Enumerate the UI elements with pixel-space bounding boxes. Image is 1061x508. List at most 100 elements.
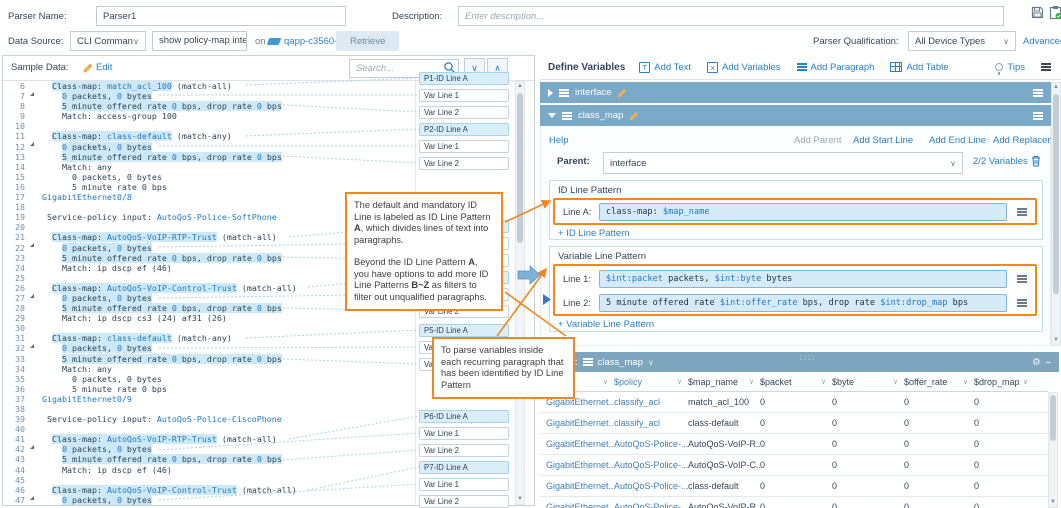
add-paragraph-button[interactable]: Add Paragraph (797, 62, 875, 73)
code-line[interactable]: 11 Class-map: class-default (match-any) (3, 131, 415, 141)
code-line[interactable]: 42 0 packets, 0 bytes (3, 444, 415, 454)
code-line[interactable]: 45 (3, 475, 415, 485)
caret-down-icon[interactable] (548, 113, 556, 118)
code-line[interactable]: 41 Class-map: AutoQoS-VoIP-RTP-Trust (ma… (3, 434, 415, 444)
scroll-up-icon[interactable]: ▲ (1052, 83, 1060, 92)
description-input[interactable] (458, 6, 1004, 26)
code-line[interactable]: 15 0 packets, 0 bytes (3, 172, 415, 182)
code-line[interactable]: 44 Match: ip dscp ef (46) (3, 465, 415, 475)
scrollbar-thumb[interactable] (1050, 395, 1056, 441)
column-header[interactable]: $packet∨ (760, 377, 832, 387)
code-line[interactable]: 32 0 packets, 0 bytes (3, 343, 415, 353)
add-table-button[interactable]: Add Table (890, 62, 948, 73)
retrieve-button[interactable]: Retrieve (336, 31, 399, 51)
var-line-tag[interactable]: Var Line 1 (419, 427, 509, 440)
define-panel-scrollbar[interactable]: ▲ ▼ (1051, 82, 1061, 346)
chevron-down-icon[interactable]: ∨ (648, 358, 654, 367)
scroll-down-icon[interactable]: ▼ (516, 495, 524, 504)
edit-link[interactable]: Edit (96, 62, 112, 73)
scroll-up-icon[interactable]: ▲ (516, 82, 524, 91)
column-header[interactable]: $byte∨ (832, 377, 904, 387)
table-row[interactable]: GigabitEthernet...AutoQoS-Police-...Auto… (540, 434, 1048, 455)
id-line-tag[interactable]: P7-ID Line A (419, 461, 509, 474)
code-line[interactable]: 8 5 minute offered rate 0 bps, drop rate… (3, 101, 415, 111)
add-variables-button[interactable]: x Add Variables (707, 62, 780, 73)
section-menu-icon[interactable] (1033, 112, 1043, 120)
advanced-link[interactable]: Advanced (1023, 36, 1061, 47)
var-line-tag[interactable]: Var Line 1 (419, 140, 509, 153)
column-header[interactable]: $map_name∨ (688, 377, 760, 387)
edit-pencil-icon[interactable] (617, 88, 627, 98)
code-line[interactable]: 47 0 packets, 0 bytes (3, 495, 415, 505)
collapse-icon[interactable]: – (1046, 357, 1051, 368)
var-line-tag[interactable]: Var Line 1 (419, 89, 509, 102)
tags-scrollbar[interactable]: ▲ ▼ (515, 81, 525, 505)
scroll-down-icon[interactable]: ▼ (1052, 336, 1060, 345)
code-line[interactable]: 46 Class-map: AutoQoS-VoIP-Control-Trust… (3, 485, 415, 495)
edit-pencil-icon[interactable] (629, 111, 639, 121)
var-line-tag[interactable]: Var Line 1 (419, 478, 509, 491)
code-line[interactable]: 30 (3, 323, 415, 333)
table-row[interactable]: GigabitEthernet...AutoQoS-Police-...clas… (540, 476, 1048, 497)
parser-qualification-select[interactable]: All Device Types ∨ (908, 31, 1016, 51)
table-row[interactable]: GigabitEthernet...AutoQoS-Police-...Auto… (540, 497, 1048, 508)
gear-icon[interactable]: ⚙ (1032, 357, 1041, 368)
column-filter-icon[interactable]: ∨ (749, 378, 754, 386)
code-line[interactable]: 37 GigabitEthernet0/9 (3, 394, 415, 404)
save-icon[interactable] (1031, 6, 1044, 22)
var-line-tag[interactable]: Var Line 2 (419, 106, 509, 119)
variable-line-2-field[interactable]: 5 minute offered rate $int:offer_rate bp… (599, 294, 1007, 312)
id-line-tag[interactable]: P5-ID Line A (419, 324, 509, 337)
drag-grip-icon[interactable]: :::: (800, 353, 817, 362)
device-name-link[interactable]: qapp-c3560-1 (284, 36, 343, 47)
code-line[interactable]: 12 0 packets, 0 bytes (3, 142, 415, 152)
add-start-line-link[interactable]: Add Start Line (853, 135, 913, 146)
tips-button[interactable]: Tips (995, 62, 1025, 73)
section-menu-icon[interactable] (1033, 89, 1043, 97)
column-filter-icon[interactable]: ∨ (963, 378, 968, 386)
table-row[interactable]: GigabitEthernet...AutoQoS-Police-...Auto… (540, 455, 1048, 476)
column-header[interactable]: $drop_map∨ (974, 377, 1034, 387)
clipboard-icon[interactable] (1049, 5, 1061, 23)
section-bar-interface[interactable]: interface (540, 82, 1051, 103)
trash-icon[interactable] (1031, 155, 1041, 170)
result-tab-class-map[interactable]: class_map (598, 357, 643, 368)
data-source-select[interactable]: CLI Command ∨ (70, 31, 146, 51)
column-filter-icon[interactable]: ∨ (603, 378, 608, 386)
line-options-icon[interactable] (1017, 275, 1027, 283)
table-row[interactable]: GigabitEthernet...classify_aclclass-defa… (540, 413, 1048, 434)
parser-name-input[interactable] (96, 6, 346, 26)
id-line-tag[interactable]: P2-ID Line A (419, 123, 509, 136)
caret-right-icon[interactable] (548, 89, 553, 97)
code-line[interactable]: 31 Class-map: class-default (match-any) (3, 333, 415, 343)
id-line-pattern-field[interactable]: class-map: $map_name (599, 203, 1007, 221)
var-line-tag[interactable]: Var Line 2 (419, 495, 509, 508)
code-line[interactable]: 9 Match: access-group 100 (3, 111, 415, 121)
scrollbar-thumb[interactable] (517, 93, 523, 243)
add-id-line-pattern-link[interactable]: + ID Line Pattern (558, 228, 630, 239)
code-line[interactable]: 33 5 minute offered rate 0 bps, drop rat… (3, 354, 415, 364)
code-line[interactable]: 16 5 minute rate 0 bps (3, 182, 415, 192)
result-bar[interactable]: Result: class_map ∨ :::: ⚙ – (540, 352, 1059, 372)
id-line-tag[interactable]: P1-ID Line A (419, 72, 509, 85)
code-line[interactable]: 34 Match: any (3, 364, 415, 374)
section-bar-class-map[interactable]: class_map (540, 105, 1051, 126)
parent-select[interactable]: interface ∨ (603, 152, 963, 174)
var-line-tag[interactable]: Var Line 2 (419, 157, 509, 170)
column-header[interactable]: $policy∨ (614, 377, 688, 387)
column-filter-icon[interactable]: ∨ (821, 378, 826, 386)
column-filter-icon[interactable]: ∨ (677, 378, 682, 386)
column-filter-icon[interactable]: ∨ (893, 378, 898, 386)
code-line[interactable]: 29 Match: ip dscp cs3 (24) af31 (26) (3, 313, 415, 323)
code-line[interactable]: 7 0 packets, 0 bytes (3, 91, 415, 101)
code-line[interactable]: 40 (3, 424, 415, 434)
table-row[interactable]: GigabitEthernet...classify_aclmatch_acl_… (540, 392, 1048, 413)
add-parent-link[interactable]: Add Parent (794, 135, 842, 146)
line-options-icon[interactable] (1017, 299, 1027, 307)
add-text-button[interactable]: T Add Text (639, 62, 691, 73)
code-line[interactable]: 43 5 minute offered rate 0 bps, drop rat… (3, 454, 415, 464)
help-link[interactable]: Help (549, 135, 569, 146)
code-line[interactable]: 36 5 minute rate 0 bps (3, 384, 415, 394)
result-table-scrollbar[interactable]: ▼ (1048, 392, 1058, 508)
code-line[interactable]: 6 Class-map: match_acl_100 (match-all) (3, 81, 415, 91)
